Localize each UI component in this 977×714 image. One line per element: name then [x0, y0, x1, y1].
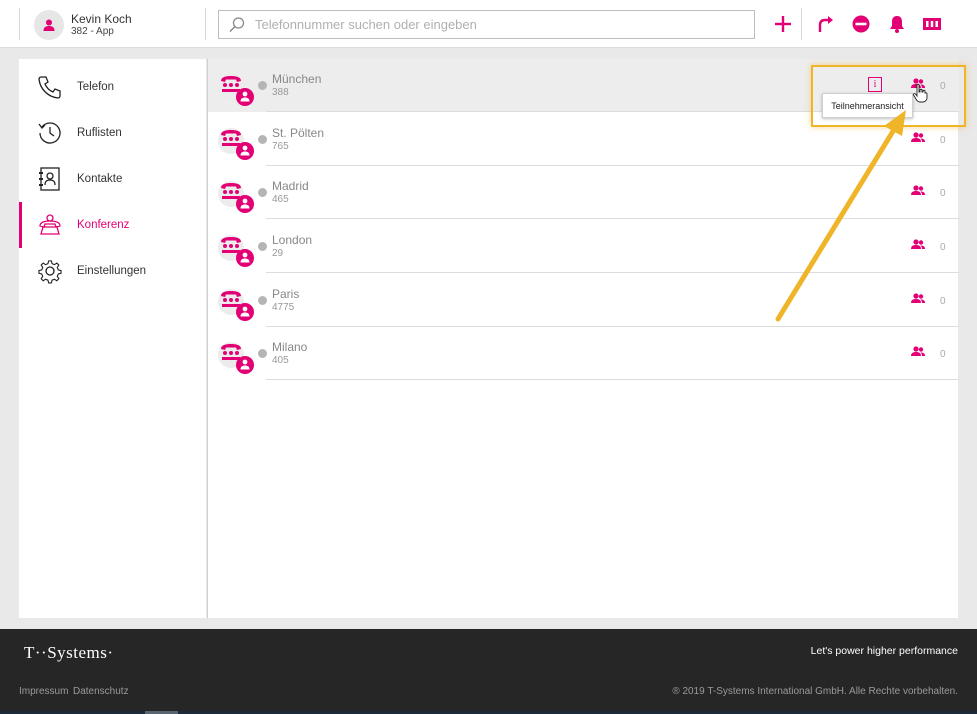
user-icon [43, 19, 55, 31]
conference-name: Milano [272, 340, 308, 354]
header-divider [801, 8, 802, 40]
participant-count: 0 [940, 81, 946, 92]
do-not-disturb-button[interactable] [848, 11, 874, 37]
t-systems-logo: T··Systems· [24, 643, 114, 662]
phone-icon [38, 76, 61, 99]
hand-cursor-icon [912, 83, 928, 103]
user-name: Kevin Koch [71, 12, 132, 26]
participants-icon[interactable] [910, 184, 926, 198]
status-dot [258, 81, 267, 90]
sidebar-item-label: Einstellungen [77, 265, 147, 277]
row-divider [266, 218, 959, 219]
sidebar-item-label: Ruflisten [77, 127, 122, 139]
participants-icon[interactable] [910, 292, 926, 306]
participant-count: 0 [940, 135, 946, 146]
gear-icon [38, 260, 62, 284]
conference-name: St. Pölten [272, 126, 325, 140]
sidebar-item-einstellungen[interactable]: Einstellungen [19, 248, 206, 294]
list-item[interactable]: Madrid 465 0 [208, 166, 959, 219]
sidebar-item-ruflisten[interactable]: Ruflisten [19, 110, 206, 156]
participant-count: 0 [940, 349, 946, 360]
conference-number: 388 [272, 87, 289, 98]
notifications-button[interactable] [884, 11, 910, 37]
header-divider [19, 8, 20, 40]
list-item[interactable]: London 29 0 [208, 220, 959, 273]
list-item[interactable]: Paris 4775 0 [208, 274, 959, 327]
conference-number: 765 [272, 141, 289, 152]
participant-count: 0 [940, 296, 946, 307]
participant-count: 0 [940, 242, 946, 253]
switchboard-icon [923, 18, 941, 30]
row-divider [266, 272, 959, 273]
status-dot [258, 296, 267, 305]
page-footer: T··Systems· Let's power higher performan… [0, 629, 977, 714]
participant-count: 0 [940, 188, 946, 199]
sidebar-item-telefon[interactable]: Telefon [19, 64, 206, 110]
row-divider [266, 379, 959, 380]
status-dot [258, 135, 267, 144]
tooltip: Teilnehmeransicht [822, 93, 913, 118]
list-item[interactable]: Milano 405 0 [208, 327, 959, 380]
search-box [218, 10, 755, 39]
conference-list: München 388 i 0 St. Pölten 765 0 Madrid … [207, 59, 959, 618]
user-extension: 382 - App [71, 26, 114, 37]
conference-number: 465 [272, 194, 289, 205]
forward-arrow-icon [818, 16, 833, 32]
conference-room-icon [218, 74, 254, 106]
status-dot [258, 188, 267, 197]
status-dot [258, 242, 267, 251]
sidebar-item-label: Kontakte [77, 173, 123, 185]
conference-room-icon [218, 128, 254, 160]
clock-history-icon [38, 122, 61, 144]
conference-name: Paris [272, 287, 300, 301]
app-header: Kevin Koch 382 - App [0, 0, 977, 48]
status-dot [258, 349, 267, 358]
conference-icon [39, 214, 61, 235]
conference-name: London [272, 233, 313, 247]
plus-icon [775, 16, 791, 32]
sidebar-item-kontakte[interactable]: Kontakte [19, 156, 206, 202]
sidebar-item-label: Konferenz [77, 219, 130, 231]
conference-room-icon [218, 289, 254, 321]
list-item[interactable]: St. Pölten 765 0 [208, 113, 959, 166]
participants-icon[interactable] [910, 238, 926, 252]
bell-icon [890, 16, 904, 33]
info-icon: i [873, 79, 877, 90]
conference-room-icon [218, 181, 254, 213]
impressum-link[interactable]: Impressum [19, 686, 68, 697]
sidebar-nav: Telefon Ruflisten Kontakte Konferenz Ein… [19, 59, 206, 618]
call-forwarding-button[interactable] [813, 11, 839, 37]
conference-number: 29 [272, 248, 284, 259]
header-divider [205, 8, 206, 40]
add-button[interactable] [770, 11, 796, 37]
switchboard-button[interactable] [919, 11, 945, 37]
do-not-disturb-icon [852, 15, 870, 33]
search-icon [219, 11, 255, 38]
datenschutz-link[interactable]: Datenschutz [73, 686, 129, 697]
sidebar-item-label: Telefon [77, 81, 115, 93]
info-button[interactable]: i [868, 77, 882, 92]
search-input[interactable] [255, 17, 735, 32]
copyright-text: ® 2019 T-Systems International GmbH. All… [672, 686, 958, 697]
footer-tagline: Let's power higher performance [810, 645, 958, 657]
conference-room-icon [218, 342, 254, 374]
participants-icon[interactable] [910, 131, 926, 145]
conference-number: 4775 [272, 302, 295, 313]
conference-number: 405 [272, 355, 289, 366]
sidebar-item-konferenz[interactable]: Konferenz [19, 202, 206, 248]
conference-name: Madrid [272, 179, 309, 193]
contact-book-icon [39, 167, 60, 191]
conference-name: München [272, 72, 322, 86]
user-avatar[interactable] [34, 10, 64, 40]
participants-icon[interactable] [910, 345, 926, 359]
conference-room-icon [218, 235, 254, 267]
